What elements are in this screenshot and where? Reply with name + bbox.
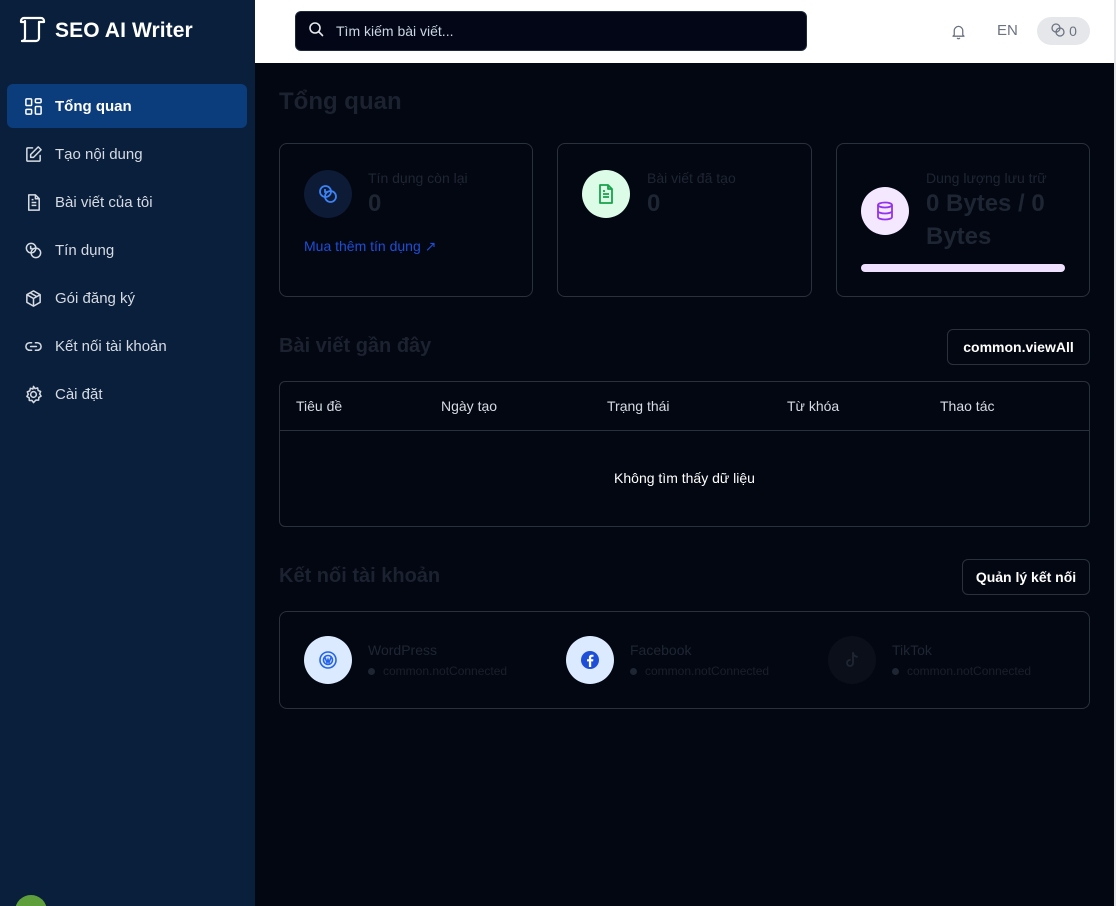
sidebar-item-subscription[interactable]: Gói đăng ký <box>7 276 247 320</box>
articles-label: Bài viết đã tạo <box>647 170 736 186</box>
connection-wordpress[interactable]: WordPress common.notConnected <box>304 636 544 686</box>
column-header-keywords[interactable]: Từ khóa <box>787 398 839 414</box>
credit-balance-badge[interactable]: 0 <box>1037 17 1090 45</box>
connection-status: common.notConnected <box>892 664 1031 678</box>
sidebar-item-label: Tổng quan <box>55 97 132 115</box>
recent-articles-table: Tiêu đề Ngày tạo Trạng thái Từ khóa Thao… <box>279 381 1090 527</box>
status-dot <box>892 667 899 675</box>
status-dot <box>630 667 637 675</box>
brand-title: SEO AI Writer <box>55 19 193 42</box>
sidebar-item-create-content[interactable]: Tạo nội dung <box>7 132 247 176</box>
avatar[interactable] <box>15 895 47 906</box>
articles-card: Bài viết đã tạo 0 <box>557 143 812 297</box>
topbar: EN 0 <box>255 0 1114 63</box>
connection-tiktok[interactable]: TikTok common.notConnected <box>828 636 1068 686</box>
column-header-created[interactable]: Ngày tạo <box>441 398 497 414</box>
coins-icon <box>1050 22 1069 41</box>
gear-icon <box>23 384 43 404</box>
connection-status: common.notConnected <box>368 664 507 678</box>
sidebar-item-label: Tín dụng <box>55 241 115 259</box>
credits-value: 0 <box>368 190 382 217</box>
connection-status-text: common.notConnected <box>645 664 770 678</box>
dashboard-grid-icon <box>23 96 43 116</box>
coins-icon <box>23 240 43 260</box>
storage-value-unit: Bytes <box>926 223 992 250</box>
articles-value: 0 <box>647 190 661 217</box>
connection-facebook[interactable]: Facebook common.notConnected <box>566 636 806 686</box>
storage-label: Dung lượng lưu trữ <box>926 170 1047 186</box>
sidebar-nav: Tổng quan Tạo nội dung Bài viết của tôi … <box>7 84 247 420</box>
column-header-status[interactable]: Trạng thái <box>607 398 670 414</box>
sidebar-item-overview[interactable]: Tổng quan <box>7 84 247 128</box>
search-icon <box>308 21 324 42</box>
table-header: Tiêu đề Ngày tạo Trạng thái Từ khóa Thao… <box>280 382 1089 431</box>
manage-connections-button[interactable]: Quản lý kết nối <box>962 559 1090 595</box>
tiktok-icon <box>828 636 876 684</box>
sidebar-item-label: Tạo nội dung <box>55 145 143 163</box>
connections-title: Kết nối tài khoản <box>279 565 441 587</box>
view-all-button[interactable]: common.viewAll <box>947 329 1090 365</box>
brand[interactable]: SEO AI Writer <box>16 16 193 46</box>
sidebar-item-label: Bài viết của tôi <box>55 193 153 211</box>
sidebar-item-connections[interactable]: Kết nối tài khoản <box>7 324 247 368</box>
connection-name: TikTok <box>892 642 932 658</box>
connection-status-text: common.notConnected <box>383 664 508 678</box>
storage-value: 0 Bytes / 0 <box>926 190 1045 217</box>
empty-state-message: Không tìm thấy dữ liệu <box>614 470 755 486</box>
buy-credits-link[interactable]: Mua thêm tín dụng ↗ <box>304 238 436 255</box>
connections-panel: WordPress common.notConnected Facebook c… <box>279 611 1090 709</box>
status-dot <box>368 667 375 675</box>
wordpress-icon <box>304 636 352 684</box>
sidebar-item-label: Kết nối tài khoản <box>55 337 167 355</box>
link-icon <box>23 336 43 356</box>
credits-card: Tín dụng còn lại 0 Mua thêm tín dụng ↗ <box>279 143 533 297</box>
recent-articles-title: Bài viết gần đây <box>279 335 432 357</box>
package-icon <box>23 288 43 308</box>
scroll-icon <box>16 14 46 49</box>
sidebar-item-label: Gói đăng ký <box>55 289 136 307</box>
credits-label: Tín dụng còn lại <box>368 170 468 186</box>
sidebar-item-my-articles[interactable]: Bài viết của tôi <box>7 180 247 224</box>
credit-balance-value: 0 <box>1069 23 1077 39</box>
column-header-actions: Thao tác <box>940 398 995 414</box>
connection-status: common.notConnected <box>630 664 769 678</box>
connection-status-text: common.notConnected <box>907 664 1032 678</box>
search-input[interactable] <box>336 23 776 39</box>
coins-icon <box>304 170 352 218</box>
facebook-icon <box>566 636 614 684</box>
document-icon <box>23 192 43 212</box>
language-switcher[interactable]: EN <box>997 22 1018 39</box>
column-header-title[interactable]: Tiêu đề <box>296 398 342 414</box>
database-icon <box>861 187 909 235</box>
edit-icon <box>23 144 43 164</box>
page-title: Tổng quan <box>279 88 402 115</box>
storage-card: Dung lượng lưu trữ 0 Bytes / 0 Bytes <box>836 143 1090 297</box>
sidebar-item-credits[interactable]: Tín dụng <box>7 228 247 272</box>
sidebar-item-label: Cài đặt <box>55 385 103 403</box>
storage-progress-bar <box>861 264 1065 272</box>
sidebar: SEO AI Writer Tổng quan Tạo nội dung Bài… <box>0 0 255 906</box>
search-box[interactable] <box>295 11 807 51</box>
document-icon <box>582 170 630 218</box>
sidebar-item-settings[interactable]: Cài đặt <box>7 372 247 416</box>
connection-name: WordPress <box>368 642 437 658</box>
bell-icon[interactable] <box>948 21 968 41</box>
connection-name: Facebook <box>630 642 692 658</box>
